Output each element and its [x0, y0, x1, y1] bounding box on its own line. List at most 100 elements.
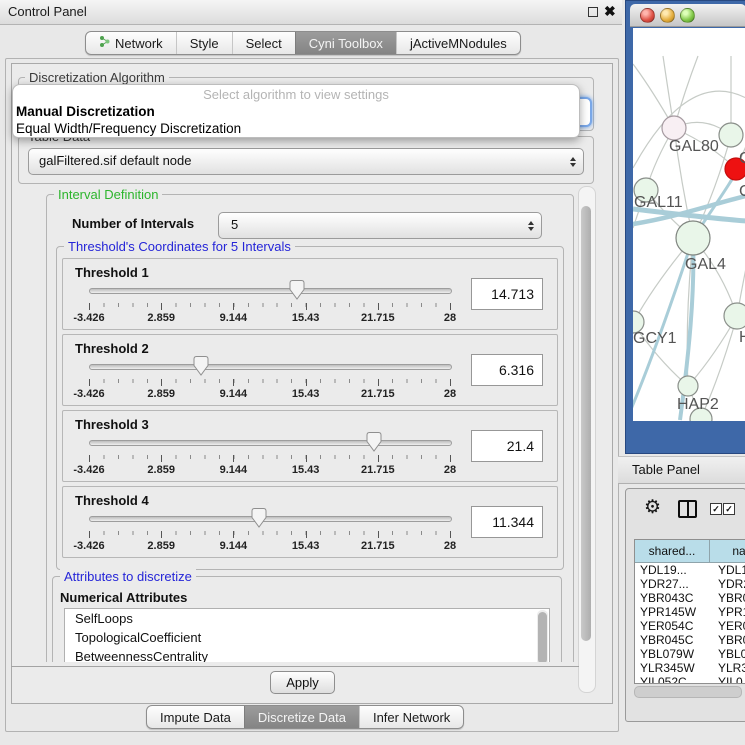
tab-jactivemnodules[interactable]: jActiveMNodules	[396, 32, 520, 54]
table-row[interactable]: YBR045CYBR0	[635, 633, 745, 647]
tab-cyni-toolbox[interactable]: Cyni Toolbox	[295, 32, 396, 54]
minimize-traffic-light-icon[interactable]	[660, 8, 675, 23]
thresholds-group-title: Threshold's Coordinates for 5 Intervals	[64, 239, 295, 254]
interval-definition-group-title: Interval Definition	[54, 187, 162, 202]
slider-thumb[interactable]	[193, 356, 208, 376]
gear-icon[interactable]: ⚙	[644, 496, 661, 519]
threshold-2-value-field[interactable]: 6.316	[471, 354, 543, 386]
tick-label: -3.426	[73, 388, 104, 400]
tick-mark	[233, 455, 234, 462]
dropdown-option-equal-width[interactable]: Equal Width/Frequency Discretization	[16, 121, 241, 136]
attribute-list-item[interactable]: TopologicalCoefficient	[65, 628, 549, 647]
tick-mark	[306, 455, 307, 462]
threshold-4-value-field[interactable]: 11.344	[471, 506, 543, 538]
tick-label: 28	[444, 540, 456, 552]
tick-mark	[378, 303, 379, 310]
zoom-traffic-light-icon[interactable]	[680, 8, 695, 23]
tick-label: 15.43	[292, 464, 320, 476]
settings-scrollbar-thumb[interactable]	[581, 206, 591, 641]
node-label-gal11: GAL11	[634, 194, 683, 212]
tick-mark	[89, 303, 90, 310]
checkbox-icon[interactable]: ✓	[710, 503, 722, 515]
slider-track[interactable]	[89, 364, 452, 370]
tab-label: Cyni Toolbox	[309, 36, 383, 51]
close-traffic-light-icon[interactable]	[640, 8, 655, 23]
table-row[interactable]: YDL19...YDL1	[635, 563, 745, 577]
table-header-cell[interactable]: na	[710, 540, 745, 563]
threshold-1-value-field[interactable]: 14.713	[471, 278, 543, 310]
tab-style[interactable]: Style	[176, 32, 232, 54]
screen: Control Panel ✖ Network Style Select Cyn…	[0, 0, 745, 745]
numerical-attributes-list[interactable]: SelfLoopsTopologicalCoefficientBetweenne…	[64, 608, 550, 662]
node-label-c: C	[739, 183, 745, 201]
table-data-combobox[interactable]: galFiltered.sif default node	[28, 148, 584, 175]
tick-label: 2.859	[147, 464, 175, 476]
number-of-intervals-combobox[interactable]: 5	[218, 212, 542, 239]
tick-label: 15.43	[292, 540, 320, 552]
tab-label: Style	[190, 36, 219, 51]
control-panel-titlebar: Control Panel ✖	[0, 0, 622, 25]
tick-mark	[161, 379, 162, 386]
float-icon[interactable]	[588, 7, 598, 17]
table-row[interactable]: YIL052CYIL0	[635, 675, 745, 684]
table-row[interactable]: YDR27...YDR2	[635, 577, 745, 591]
tick-mark	[89, 379, 90, 386]
tick-label: 21.715	[361, 312, 395, 324]
checkbox-icon[interactable]: ✓	[723, 503, 735, 515]
threshold-label: Threshold 4	[75, 493, 149, 508]
tab-infer-network[interactable]: Infer Network	[359, 706, 463, 728]
close-icon[interactable]: ✖	[604, 3, 616, 20]
threshold-3-value-field[interactable]: 21.4	[471, 430, 543, 462]
tick-label: 28	[444, 312, 456, 324]
tick-label: 9.144	[220, 464, 248, 476]
attribute-list-item[interactable]: BetweennessCentrality	[65, 647, 549, 662]
bottom-tab-bar: Impute Data Discretize Data Infer Networ…	[146, 705, 464, 729]
tick-mark	[378, 379, 379, 386]
dropdown-option-manual[interactable]: Manual Discretization	[16, 104, 155, 119]
tab-network[interactable]: Network	[86, 32, 176, 54]
slider-thumb[interactable]	[290, 280, 305, 300]
tick-mark	[161, 455, 162, 462]
table-row[interactable]: YLR345WYLR3	[635, 661, 745, 675]
threshold-2-row: Threshold 2 -3.4262.8599.14415.4321.7152…	[62, 334, 558, 406]
columns-icon[interactable]	[678, 500, 697, 518]
tab-impute-data[interactable]: Impute Data	[147, 706, 244, 728]
attributes-group-title: Attributes to discretize	[60, 569, 196, 584]
table-horizontal-scrollbar[interactable]	[634, 686, 742, 698]
tab-discretize-data[interactable]: Discretize Data	[244, 706, 359, 728]
tick-label: 2.859	[147, 312, 175, 324]
table-row[interactable]: YER054CYER0	[635, 619, 745, 633]
table-cell: YDR27...	[635, 577, 714, 591]
attribute-list-item[interactable]: SelfLoops	[65, 609, 549, 628]
network-icon	[99, 35, 110, 51]
slider-track[interactable]	[89, 440, 452, 446]
threshold-4-slider[interactable]	[89, 507, 450, 531]
slider-thumb[interactable]	[367, 432, 382, 452]
network-graph	[633, 28, 745, 421]
node-label-h: H	[739, 329, 745, 347]
network-canvas[interactable]: GAL80 GA C GAL11 GAL4 H GCY1 HAP2	[633, 28, 745, 421]
table-row[interactable]: YBL079WYBL0	[635, 647, 745, 661]
table-cell: YIL052C	[635, 675, 714, 684]
threshold-2-slider[interactable]	[89, 355, 450, 379]
tab-label: Impute Data	[160, 710, 231, 725]
tick-mark	[233, 531, 234, 538]
network-window-titlebar[interactable]	[630, 4, 745, 27]
tab-select[interactable]: Select	[232, 32, 295, 54]
slider-scale: -3.4262.8599.14415.4321.71528	[89, 455, 450, 479]
numerical-attributes-label: Numerical Attributes	[60, 590, 187, 605]
apply-button[interactable]: Apply	[270, 671, 335, 694]
slider-track[interactable]	[89, 516, 452, 522]
slider-thumb[interactable]	[251, 508, 266, 528]
tick-mark	[450, 379, 451, 386]
threshold-1-slider[interactable]	[89, 279, 450, 303]
settings-scrollbar[interactable]	[578, 186, 596, 693]
node-attribute-table[interactable]: shared...na YDL19...YDL1YDR27...YDR2YBR0…	[634, 539, 745, 684]
table-row[interactable]: YPR145WYPR1	[635, 605, 745, 619]
table-header-cell[interactable]: shared...	[635, 540, 710, 563]
slider-track[interactable]	[89, 288, 452, 294]
threshold-3-slider[interactable]	[89, 431, 450, 455]
table-panel-titlebar: Table Panel	[618, 456, 745, 484]
table-row[interactable]: YBR043CYBR0	[635, 591, 745, 605]
list-scrollbar[interactable]	[537, 610, 548, 662]
